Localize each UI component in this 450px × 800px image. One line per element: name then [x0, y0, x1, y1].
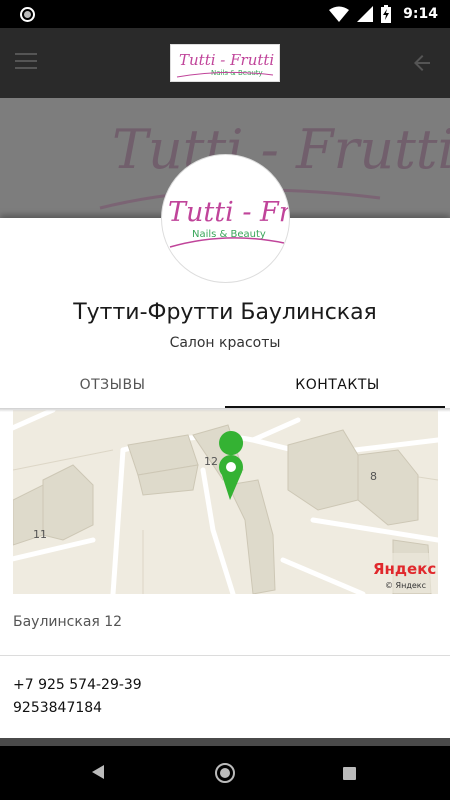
nav-home-icon[interactable]	[215, 763, 235, 783]
location-map[interactable]: 12 8 11 Яндекс © Яндекс	[13, 410, 438, 594]
app-bar-logo-title: Tutti - Frutti	[179, 51, 274, 69]
avatar-logo-title: Tutti - Frutti	[168, 197, 290, 228]
status-icons: 9:14	[329, 4, 438, 24]
map-label-12: 12	[204, 455, 218, 468]
app-bar: Tutti - Frutti Nails & Beauty	[0, 28, 450, 98]
tab-contacts[interactable]: КОНТАКТЫ	[225, 362, 450, 408]
signal-icon	[357, 6, 374, 22]
hamburger-menu-icon[interactable]	[15, 53, 37, 71]
phone-number-primary[interactable]: +7 925 574-29-39	[13, 677, 142, 693]
bottom-strip	[0, 738, 450, 746]
wifi-icon	[329, 6, 350, 22]
map-copyright: © Яндекс	[385, 581, 426, 590]
tab-reviews[interactable]: ОТЗЫВЫ	[0, 362, 225, 408]
salon-avatar: Tutti - Frutti Nails & Beauty	[161, 154, 290, 283]
arrow-back-icon[interactable]	[410, 51, 434, 75]
nav-recents-icon[interactable]	[343, 767, 356, 780]
salon-address[interactable]: Баулинская 12	[13, 614, 122, 630]
tab-shadow	[0, 408, 450, 412]
app-bar-logo: Tutti - Frutti Nails & Beauty	[170, 44, 280, 82]
salon-type: Салон красоты	[169, 335, 281, 351]
yandex-logo: Яндекс	[373, 560, 436, 578]
tab-bar: ОТЗЫВЫ КОНТАКТЫ	[0, 362, 450, 408]
map-label-11: 11	[33, 528, 47, 541]
nav-back-icon[interactable]	[92, 765, 104, 779]
cover-logo-text: Tutti - Frutti	[112, 118, 450, 181]
map-label-8: 8	[370, 470, 377, 483]
phone-number-secondary[interactable]: 9253847184	[13, 700, 102, 716]
status-time: 9:14	[403, 6, 438, 22]
status-bar: 9:14	[0, 0, 450, 28]
app-notification-icon	[20, 7, 35, 22]
salon-name: Тутти-Фрутти Баулинская	[73, 300, 377, 325]
contacts-divider	[0, 655, 450, 656]
system-navigation-bar	[0, 746, 450, 800]
battery-charging-icon	[381, 5, 392, 23]
